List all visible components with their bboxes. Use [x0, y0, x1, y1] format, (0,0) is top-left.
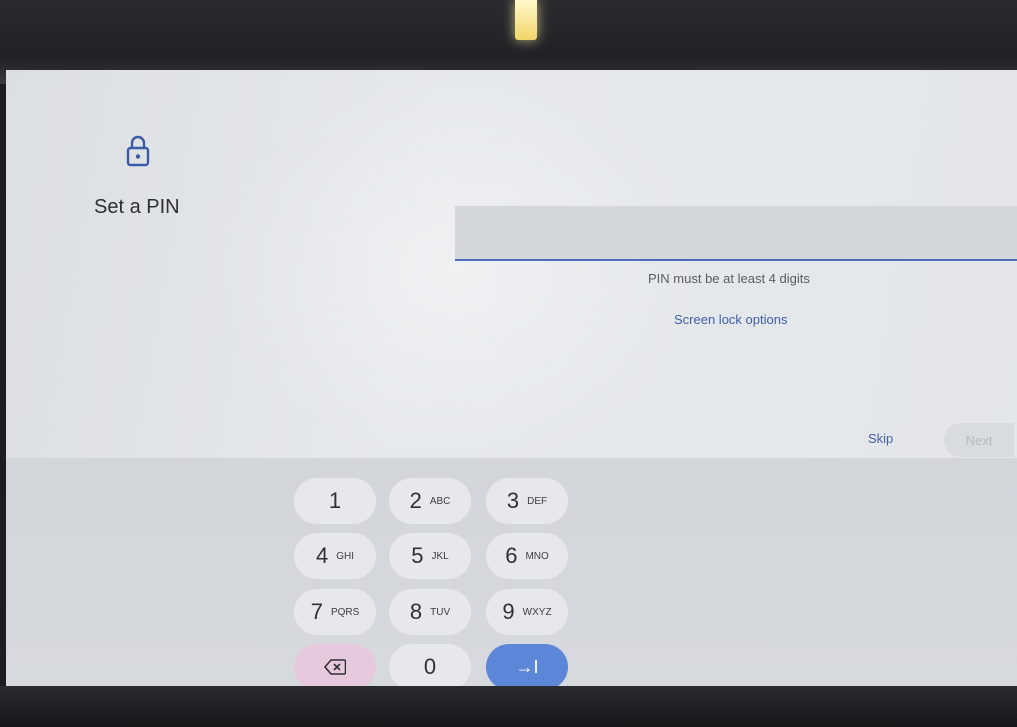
backspace-button[interactable] [294, 644, 376, 686]
key-digit: 8 [409, 599, 423, 624]
key-digit: 6 [505, 543, 518, 568]
key-digit: 3 [506, 488, 520, 513]
key-digit: 5 [411, 543, 424, 568]
key-digit: 2 [409, 488, 422, 513]
key-letters: WXYZ [522, 606, 552, 618]
pin-hint: PIN must be at least 4 digits [648, 271, 810, 286]
key-letters: GHI [336, 550, 355, 562]
next-button[interactable]: Next [944, 423, 1014, 457]
lock-icon [126, 135, 150, 167]
key-2[interactable]: 2 ABC [389, 478, 471, 524]
monitor-bezel-bottom [0, 686, 1017, 727]
key-0[interactable]: 0 [389, 644, 471, 686]
key-digit: 1 [328, 488, 342, 513]
key-7[interactable]: 7 PQRS [294, 589, 376, 635]
key-letters: ABC [429, 495, 451, 507]
screen-lock-options-link[interactable]: Screen lock options [674, 312, 787, 327]
key-digit: 0 [423, 654, 437, 679]
screen-glare [206, 70, 706, 470]
key-1[interactable]: 1 [294, 478, 376, 524]
key-letters: TUV [430, 606, 451, 618]
enter-icon: →I [515, 656, 539, 677]
key-8[interactable]: 8 TUV [389, 589, 471, 635]
backspace-icon [324, 659, 346, 675]
enter-button[interactable]: →I [486, 644, 568, 686]
skip-button[interactable]: Skip [868, 431, 893, 446]
key-digit: 7 [310, 599, 323, 624]
key-digit: 4 [315, 543, 329, 568]
numeric-keypad: 1 2 ABC 3 DEF 4 GHI 5 JKL 6 MNO 7 PQRS 8… [6, 458, 1017, 686]
key-letters: PQRS [330, 606, 360, 618]
key-letters: JKL [431, 550, 449, 562]
pin-setup-screen: Set a PIN PIN must be at least 4 digits … [6, 70, 1017, 686]
key-9[interactable]: 9 WXYZ [486, 589, 568, 635]
key-3[interactable]: 3 DEF [486, 478, 568, 524]
key-5[interactable]: 5 JKL [389, 533, 471, 579]
key-4[interactable]: 4 GHI [294, 533, 376, 579]
ceiling-light-reflection [515, 0, 537, 40]
key-digit: 9 [502, 599, 515, 624]
key-letters: DEF [527, 495, 548, 507]
pin-input[interactable] [455, 206, 1017, 261]
key-letters: MNO [525, 550, 549, 562]
key-6[interactable]: 6 MNO [486, 533, 568, 579]
page-title: Set a PIN [94, 196, 180, 218]
